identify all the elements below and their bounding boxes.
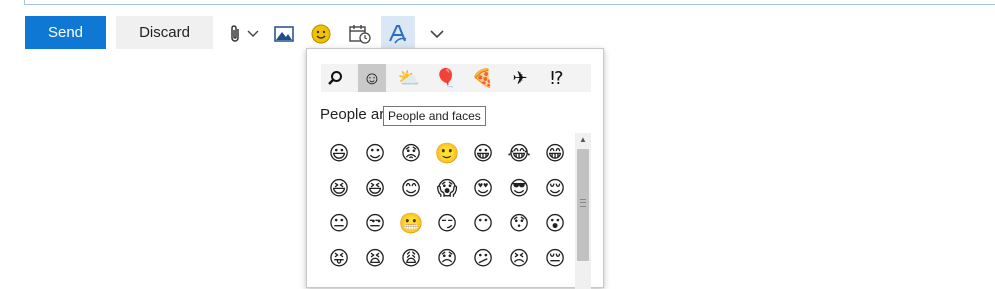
text-format-icon bbox=[387, 24, 409, 44]
emoji-item[interactable]: 😱 bbox=[429, 170, 465, 205]
emoji-item[interactable]: 🙂 bbox=[429, 135, 465, 170]
food-category-icon[interactable]: 🍕 bbox=[469, 64, 497, 92]
emoji-scrollbar[interactable]: ▲ bbox=[575, 133, 591, 289]
emoji-item[interactable]: 😣 bbox=[501, 240, 537, 275]
emoji-item[interactable]: 😁 bbox=[537, 135, 573, 170]
emoji-item[interactable]: 😯 bbox=[501, 205, 537, 240]
emoji-item[interactable]: 😫 bbox=[357, 240, 393, 275]
emoji-item[interactable]: 😐 bbox=[321, 205, 357, 240]
emoji-item[interactable]: 😃 bbox=[321, 135, 357, 170]
attach-dropdown-chevron-down-icon[interactable] bbox=[246, 24, 260, 44]
travel-category-icon[interactable]: ✈ bbox=[506, 64, 534, 92]
calendar-clock-icon[interactable] bbox=[348, 24, 372, 44]
people-and-faces-category-icon[interactable]: ☺ bbox=[358, 64, 386, 92]
scrollbar-thumb[interactable] bbox=[577, 149, 589, 261]
emoji-grid: 😃 ☺ 😟 🙂 😀 😂 😁 😆 😆 😊 😱 😍 😎 😌 😐 😒 😬 😏 😶 😯 … bbox=[321, 135, 573, 275]
paperclip-icon[interactable] bbox=[226, 24, 244, 44]
emoji-search-icon[interactable] bbox=[321, 64, 349, 92]
emoji-item[interactable]: 😞 bbox=[429, 240, 465, 275]
send-button[interactable]: Send bbox=[25, 16, 106, 49]
emoji-item[interactable]: 😍 bbox=[465, 170, 501, 205]
emoji-item[interactable]: 😆 bbox=[321, 170, 357, 205]
more-options-chevron-down-icon[interactable] bbox=[429, 24, 445, 44]
smiley-icon[interactable] bbox=[310, 24, 332, 44]
emoji-category-bar: ☺ ⛅ 🎈 🍕 ✈ ⁉ bbox=[321, 64, 591, 92]
emoji-item[interactable]: 😀 bbox=[465, 135, 501, 170]
emoji-item[interactable]: 😩 bbox=[393, 240, 429, 275]
compose-body-border bbox=[24, 0, 995, 5]
emoji-item[interactable]: 😶 bbox=[465, 205, 501, 240]
celebration-category-icon[interactable]: 🎈 bbox=[432, 64, 460, 92]
emoji-item[interactable]: 😌 bbox=[537, 170, 573, 205]
scroll-up-arrow-icon[interactable]: ▲ bbox=[575, 133, 591, 147]
weather-category-icon[interactable]: ⛅ bbox=[395, 64, 423, 92]
emoji-item[interactable]: 😏 bbox=[429, 205, 465, 240]
emoji-picker: ☺ ⛅ 🎈 🍕 ✈ ⁉ People ar People and faces 😃… bbox=[306, 48, 604, 289]
emoji-item[interactable]: ☺ bbox=[357, 135, 393, 170]
emoji-item[interactable]: 😟 bbox=[393, 135, 429, 170]
emoji-item[interactable]: 😮 bbox=[537, 205, 573, 240]
emoji-item[interactable]: 😕 bbox=[465, 240, 501, 275]
image-icon[interactable] bbox=[273, 24, 295, 44]
emoji-item[interactable]: 😬 bbox=[393, 205, 429, 240]
scrollbar-grip-icon bbox=[580, 199, 586, 207]
emoji-item[interactable]: 😊 bbox=[393, 170, 429, 205]
category-tooltip: People and faces bbox=[383, 106, 486, 126]
emoji-item[interactable]: 😆 bbox=[357, 170, 393, 205]
discard-button[interactable]: Discard bbox=[116, 16, 213, 49]
emoji-section-title: People ar bbox=[320, 106, 385, 123]
symbols-category-icon[interactable]: ⁉ bbox=[543, 64, 571, 92]
emoji-item[interactable]: 😂 bbox=[501, 135, 537, 170]
emoji-item[interactable]: 😔 bbox=[537, 240, 573, 275]
emoji-item[interactable]: 😝 bbox=[321, 240, 357, 275]
emoji-item[interactable]: 😒 bbox=[357, 205, 393, 240]
emoji-item[interactable]: 😎 bbox=[501, 170, 537, 205]
compose-toolbar: Send Discard bbox=[25, 16, 213, 49]
